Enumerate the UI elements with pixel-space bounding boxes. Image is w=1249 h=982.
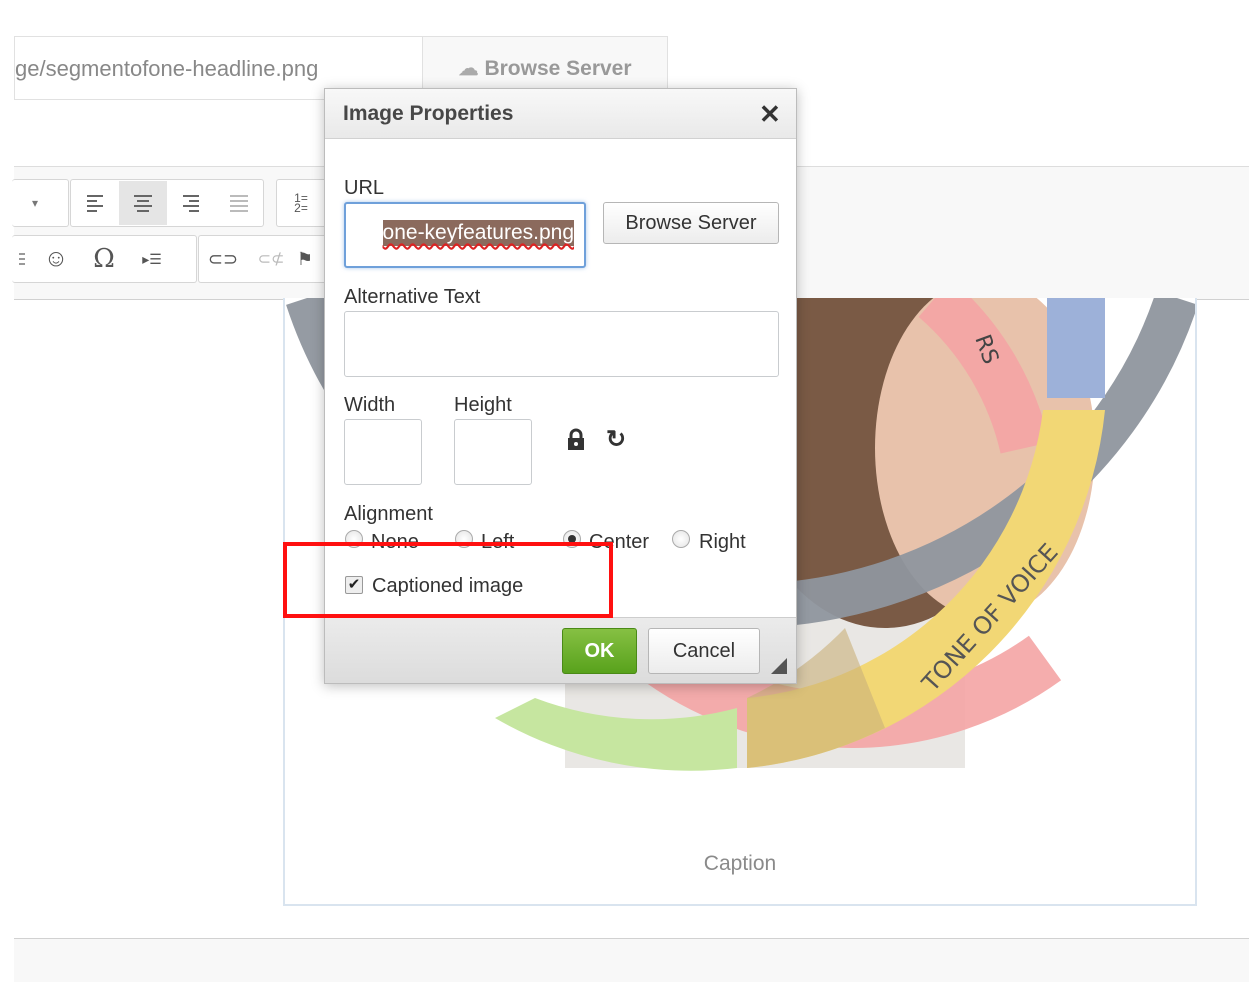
dialog-footer: OK Cancel (325, 617, 796, 683)
height-input[interactable] (454, 419, 532, 485)
align-right-icon[interactable] (167, 181, 215, 225)
table-icon[interactable] (12, 237, 32, 281)
alignment-radio-right[interactable] (672, 530, 690, 548)
width-label: Width (344, 394, 396, 416)
browse-server-button[interactable]: Browse Server (603, 202, 779, 244)
dialog-header[interactable]: Image Properties ✕ (325, 89, 796, 139)
ok-button[interactable]: OK (562, 628, 637, 674)
image-caption[interactable]: Caption (0, 852, 1249, 876)
close-icon[interactable]: ✕ (759, 99, 781, 129)
anchor-flag-icon[interactable]: ⚑ (295, 237, 315, 281)
reset-size-icon[interactable]: ↻ (606, 425, 626, 454)
special-character-icon[interactable]: Ω (80, 237, 128, 281)
align-center-icon[interactable] (119, 181, 167, 225)
width-input[interactable] (344, 419, 422, 485)
alt-text-label: Alternative Text (344, 286, 481, 308)
url-label: URL (344, 177, 385, 199)
dropdown-arrow-icon: ▾ (32, 196, 39, 210)
alignment-toolbar-group (70, 179, 264, 227)
alignment-label-right: Right (699, 531, 746, 553)
highlight-annotation-box (283, 542, 613, 618)
resize-handle-icon[interactable] (771, 658, 787, 674)
format-dropdown[interactable]: ▾ (12, 179, 69, 227)
lock-ratio-icon[interactable] (565, 428, 587, 452)
link-toolbar-group: ⊂⊃ ⊂⊄ ⚑ (198, 235, 339, 283)
link-icon[interactable]: ⊂⊃ (199, 237, 247, 281)
alt-text-input[interactable] (344, 311, 779, 377)
height-label: Height (454, 394, 512, 416)
numbered-list-icon[interactable]: 1= 2= (277, 181, 325, 225)
unlink-icon[interactable]: ⊂⊄ (247, 237, 295, 281)
editor-status-bar (14, 938, 1249, 982)
url-input[interactable]: one-keyfeatures.png (344, 202, 586, 268)
dialog-title: Image Properties (343, 102, 514, 125)
insert-toolbar-group: ☺ Ω ▸☰ (12, 235, 197, 283)
smiley-icon[interactable]: ☺ (32, 237, 80, 281)
justify-icon[interactable] (215, 181, 263, 225)
alignment-label: Alignment (344, 503, 433, 525)
cancel-button[interactable]: Cancel (648, 628, 760, 674)
upload-icon: ☁ (458, 58, 479, 80)
align-left-icon[interactable] (71, 181, 119, 225)
page-break-icon[interactable]: ▸☰ (128, 237, 176, 281)
